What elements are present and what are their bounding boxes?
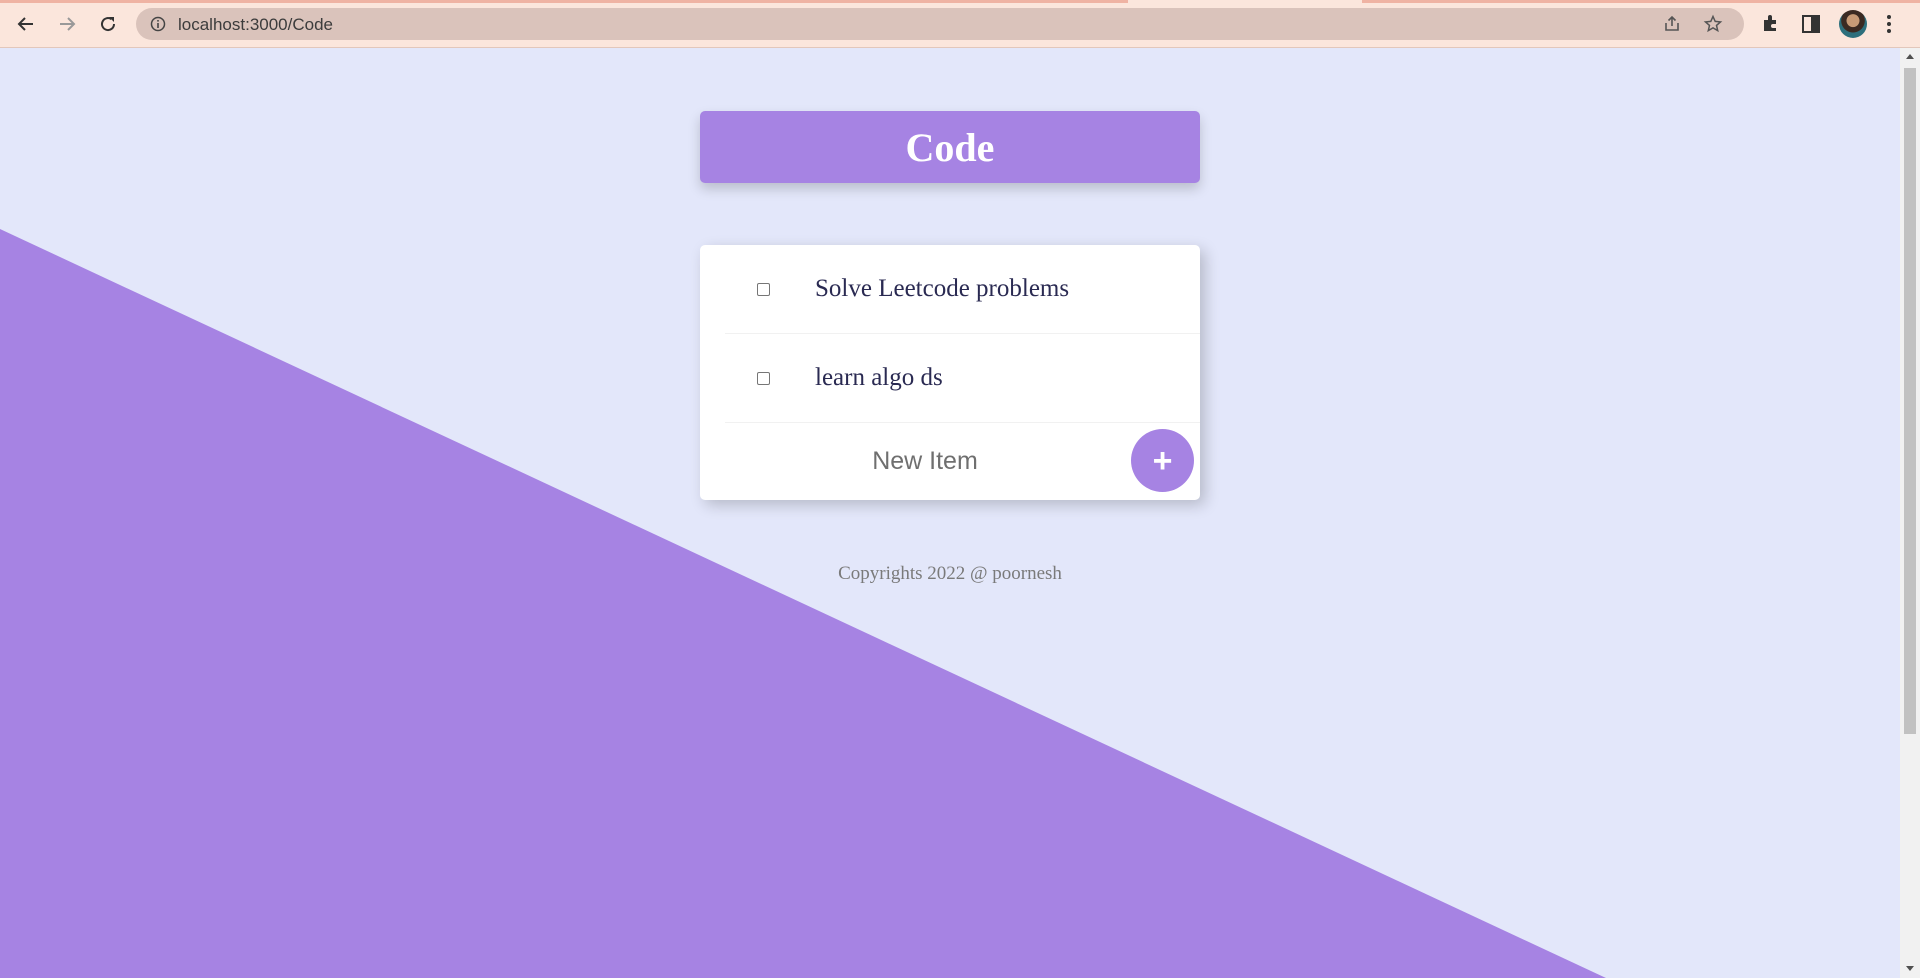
scroll-up-arrow-icon[interactable] xyxy=(1906,54,1914,59)
back-icon[interactable] xyxy=(10,8,42,40)
todo-list-card: Solve Leetcode problems learn algo ds Ne… xyxy=(700,245,1200,500)
page-content: Code Solve Leetcode problems learn algo … xyxy=(0,48,1900,978)
profile-avatar[interactable] xyxy=(1839,10,1867,38)
add-item-button[interactable]: + xyxy=(1131,429,1194,492)
list-heading: Code xyxy=(700,111,1200,183)
browser-toolbar: localhost:3000/Code xyxy=(0,0,1920,48)
todo-item: learn algo ds xyxy=(725,334,1200,423)
scrollbar-thumb[interactable] xyxy=(1904,68,1916,734)
new-item-input[interactable]: New Item xyxy=(725,423,1125,500)
url-text: localhost:3000/Code xyxy=(178,15,334,34)
address-bar[interactable]: localhost:3000/Code xyxy=(136,8,1744,40)
footer-copyright: Copyrights 2022 @ poornesh xyxy=(838,563,1062,584)
bookmark-star-icon[interactable] xyxy=(1703,14,1723,34)
reload-icon[interactable] xyxy=(92,8,124,40)
scroll-down-arrow-icon[interactable] xyxy=(1906,966,1914,971)
vertical-scrollbar[interactable] xyxy=(1900,48,1920,978)
share-icon[interactable] xyxy=(1662,14,1682,34)
item-checkbox[interactable] xyxy=(757,282,770,296)
item-label: learn algo ds xyxy=(815,364,943,391)
item-checkbox[interactable] xyxy=(757,371,770,385)
tab-strip-edge xyxy=(0,0,1920,3)
forward-icon[interactable] xyxy=(51,8,83,40)
info-icon[interactable] xyxy=(150,16,166,32)
extensions-icon[interactable] xyxy=(1760,12,1782,34)
side-panel-icon[interactable] xyxy=(1800,13,1822,35)
todo-item: Solve Leetcode problems xyxy=(725,245,1200,334)
diagonal-background-shape xyxy=(0,229,1606,978)
list-title: Code xyxy=(905,124,995,170)
item-label: Solve Leetcode problems xyxy=(815,275,1070,302)
kebab-menu-icon[interactable] xyxy=(1884,13,1894,35)
